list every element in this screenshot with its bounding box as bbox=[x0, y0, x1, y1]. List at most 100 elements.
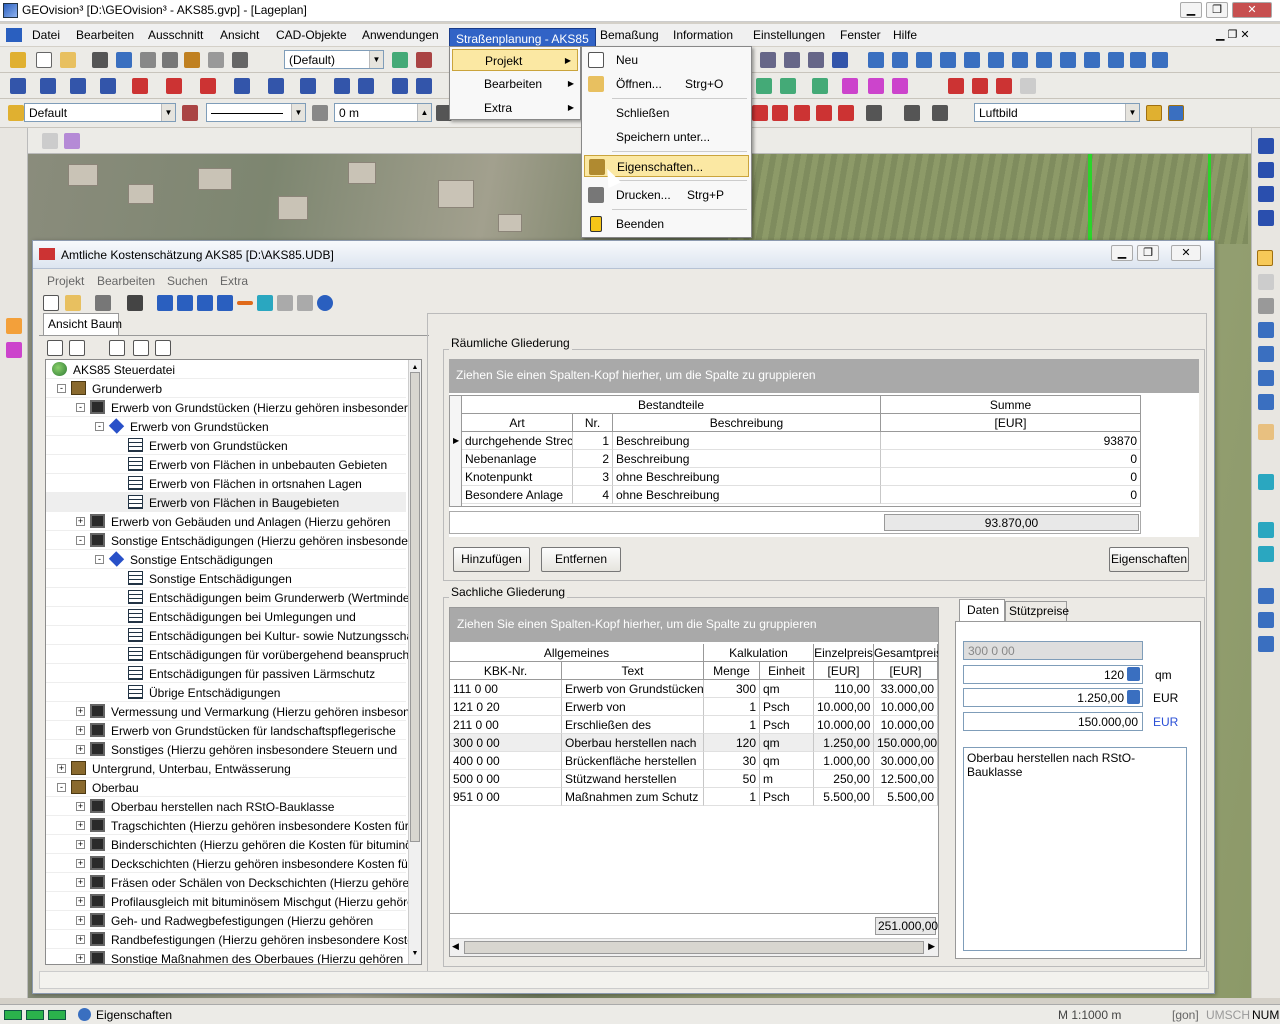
info8-icon[interactable] bbox=[1036, 52, 1052, 68]
post-icon[interactable] bbox=[277, 295, 293, 311]
tree-node[interactable]: - Grunderwerb bbox=[46, 379, 406, 398]
curve-tool-icon[interactable] bbox=[100, 78, 116, 94]
new-icon[interactable] bbox=[36, 52, 52, 68]
arrow-left-icon[interactable] bbox=[1258, 210, 1274, 226]
paste-icon[interactable] bbox=[184, 52, 200, 68]
zoom-in-icon[interactable] bbox=[1258, 370, 1274, 386]
expand-icon[interactable]: + bbox=[76, 821, 85, 830]
find-icon[interactable] bbox=[127, 295, 143, 311]
tree-node[interactable]: + Oberbau herstellen nach RStO-Bauklasse bbox=[46, 797, 406, 816]
tree-node[interactable]: + Geh- und Radwegbefestigungen (Hierzu ge… bbox=[46, 911, 406, 930]
arc-tool-icon[interactable] bbox=[70, 78, 86, 94]
measure-icon[interactable] bbox=[1258, 588, 1274, 604]
tree-node[interactable]: AKS85 Steuerdatei bbox=[46, 360, 406, 379]
measure3-icon[interactable] bbox=[1258, 636, 1274, 652]
tree-node[interactable]: Erwerb von Flächen in Baugebieten bbox=[46, 493, 406, 512]
tree-node[interactable]: - Erwerb von Grundstücken bbox=[46, 417, 406, 436]
collapse-icon[interactable]: - bbox=[95, 555, 104, 564]
collapse-icon[interactable]: - bbox=[95, 422, 104, 431]
expand-icon[interactable]: + bbox=[76, 745, 85, 754]
dialog-menu-extra[interactable]: Extra bbox=[220, 274, 248, 288]
print-icon[interactable] bbox=[232, 52, 248, 68]
hscroll-thumb[interactable] bbox=[464, 941, 924, 954]
offset-combo[interactable]: 0 m ▲ bbox=[334, 103, 432, 122]
close-button[interactable]: ✕ bbox=[1232, 2, 1272, 18]
menu-ausschnitt[interactable]: Ausschnitt bbox=[148, 28, 203, 42]
zoom-window-icon[interactable] bbox=[1258, 298, 1274, 314]
info6-icon[interactable] bbox=[988, 52, 1004, 68]
layer-tool3-icon[interactable] bbox=[932, 105, 948, 121]
delete-record-icon[interactable] bbox=[237, 301, 253, 305]
last-record-icon[interactable] bbox=[217, 295, 233, 311]
view-settings-icon[interactable] bbox=[1146, 105, 1162, 121]
delete3-tool-icon[interactable] bbox=[996, 78, 1012, 94]
expand-icon[interactable]: + bbox=[76, 916, 85, 925]
zoom-prev-icon[interactable] bbox=[1258, 346, 1274, 362]
layer2-icon[interactable] bbox=[416, 52, 432, 68]
tab-daten[interactable]: Daten bbox=[959, 599, 1005, 621]
menge-field[interactable]: 120 bbox=[963, 665, 1143, 684]
dialog-minimize-button[interactable]: ▁ bbox=[1111, 245, 1133, 261]
cancel-edit-icon[interactable] bbox=[297, 295, 313, 311]
info4-icon[interactable] bbox=[940, 52, 956, 68]
grid2-icon[interactable] bbox=[784, 52, 800, 68]
mdi-window-controls[interactable]: ▁ ❐ ✕ bbox=[1216, 28, 1250, 41]
hinzufuegen-button[interactable]: Hinzufügen bbox=[453, 547, 530, 572]
print-icon[interactable] bbox=[95, 295, 111, 311]
polyline-tool-icon[interactable] bbox=[40, 78, 56, 94]
menu-einstellungen[interactable]: Einstellungen bbox=[753, 28, 825, 42]
render3-icon[interactable] bbox=[1258, 546, 1274, 562]
tree-node[interactable]: Erwerb von Flächen in ortsnahen Lagen bbox=[46, 474, 406, 493]
tree-node[interactable]: + Binderschichten (Hierzu gehören die Kos… bbox=[46, 835, 421, 854]
info13-icon[interactable] bbox=[1152, 52, 1168, 68]
pan-hand-icon[interactable] bbox=[1258, 424, 1274, 440]
edit4-tool-icon[interactable] bbox=[842, 78, 858, 94]
menu-cad-objekte[interactable]: CAD-Objekte bbox=[276, 28, 347, 42]
einzelpreis-field[interactable]: 1.250,00 bbox=[963, 688, 1143, 707]
draw-mode5-icon[interactable] bbox=[838, 105, 854, 121]
grid-icon[interactable] bbox=[760, 52, 776, 68]
open-icon[interactable] bbox=[60, 52, 76, 68]
expand-icon[interactable]: + bbox=[76, 935, 85, 944]
tab-stuetzpreise[interactable]: Stützpreise bbox=[1005, 601, 1069, 621]
pen-icon[interactable] bbox=[182, 105, 198, 121]
info3-icon[interactable] bbox=[916, 52, 932, 68]
zoom-active-icon[interactable] bbox=[1257, 250, 1273, 266]
point-tool-icon[interactable] bbox=[132, 78, 148, 94]
expand-all-icon[interactable] bbox=[69, 340, 85, 356]
tree-node[interactable]: Erwerb von Flächen in unbebauten Gebiete… bbox=[46, 455, 406, 474]
dialog-menu-bearbeiten[interactable]: Bearbeiten bbox=[97, 274, 155, 288]
tree-node[interactable]: + Untergrund, Unterbau, Entwässerung bbox=[46, 759, 406, 778]
copy-icon[interactable] bbox=[162, 52, 178, 68]
info9-icon[interactable] bbox=[1060, 52, 1076, 68]
collapse-icon[interactable]: - bbox=[57, 783, 66, 792]
menu-item-schliessen[interactable]: Schließen bbox=[582, 102, 751, 124]
info10-icon[interactable] bbox=[1084, 52, 1100, 68]
draw-mode2-icon[interactable] bbox=[772, 105, 788, 121]
zoom-out-icon[interactable] bbox=[1258, 394, 1274, 410]
tree-node[interactable]: - Sonstige Entschädigungen bbox=[46, 550, 406, 569]
render-icon[interactable] bbox=[1258, 474, 1274, 490]
collapse-all-icon[interactable] bbox=[47, 340, 63, 356]
info-icon[interactable] bbox=[868, 52, 884, 68]
snap-icon[interactable] bbox=[832, 52, 848, 68]
arrow-up-icon[interactable] bbox=[1258, 162, 1274, 178]
tree-node[interactable]: Sonstige Entschädigungen bbox=[46, 569, 406, 588]
tree-node[interactable]: + Deckschichten (Hierzu gehören insbesond… bbox=[46, 854, 412, 873]
tree-node[interactable]: - Oberbau bbox=[46, 778, 406, 797]
menu-item-oeffnen[interactable]: Öffnen... Strg+O bbox=[582, 73, 751, 95]
grid3-icon[interactable] bbox=[808, 52, 824, 68]
mirror-tool-icon[interactable] bbox=[416, 78, 432, 94]
next-record-icon[interactable] bbox=[197, 295, 213, 311]
tool-icon[interactable] bbox=[92, 52, 108, 68]
tree-node[interactable]: + Sonstiges (Hierzu gehören insbesondere … bbox=[46, 740, 406, 759]
tree-node[interactable]: + Fräsen oder Schälen von Deckschichten (… bbox=[46, 873, 416, 892]
snap-tool-icon[interactable] bbox=[268, 78, 284, 94]
raeumlich-grid[interactable]: Bestandteile Summe Art Nr. Beschreibung [EUR]… bbox=[449, 395, 1141, 507]
expand-icon[interactable]: + bbox=[76, 954, 85, 963]
measure2-icon[interactable] bbox=[1258, 612, 1274, 628]
edit2-tool-icon[interactable] bbox=[780, 78, 796, 94]
expand-icon[interactable]: + bbox=[76, 878, 85, 887]
detail-view-icon[interactable] bbox=[155, 340, 171, 356]
row-indicator-column[interactable] bbox=[450, 396, 462, 506]
